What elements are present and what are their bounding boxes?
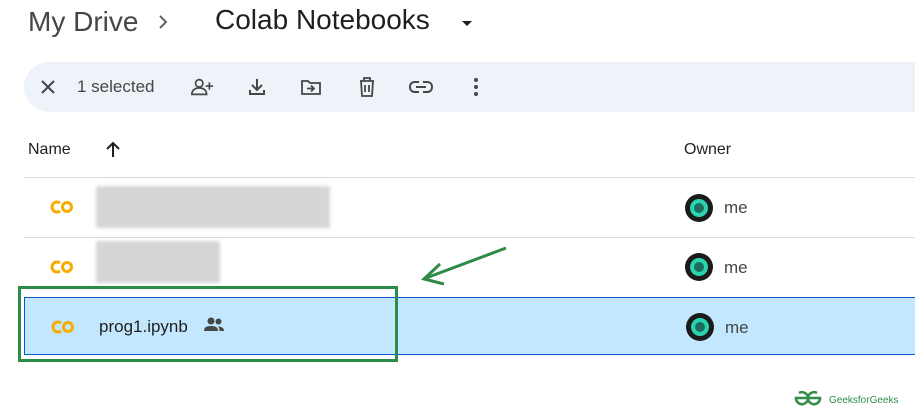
annotation-highlight-box <box>18 286 398 362</box>
more-vert-icon[interactable] <box>464 75 488 99</box>
move-to-folder-icon[interactable] <box>299 75 323 99</box>
watermark-text: GeeksforGeeks <box>829 395 899 406</box>
download-icon[interactable] <box>245 75 269 99</box>
breadcrumb-current-folder[interactable]: Colab Notebooks <box>215 4 430 36</box>
avatar <box>684 252 714 282</box>
avatar <box>684 193 714 223</box>
delete-icon[interactable] <box>355 75 379 99</box>
avatar <box>685 312 715 342</box>
header-divider <box>24 177 915 178</box>
owner-label: me <box>724 258 748 277</box>
owner-label: me <box>725 318 749 337</box>
selection-toolbar: 1 selected <box>24 62 915 112</box>
geeksforgeeks-watermark: GeeksforGeeks <box>793 390 898 411</box>
redacted-file-name <box>96 186 330 228</box>
chevron-right-icon <box>148 8 178 36</box>
file-row[interactable]: me <box>24 179 915 237</box>
redacted-file-name <box>96 241 220 283</box>
owner-label: me <box>724 198 748 217</box>
sort-arrow-up-icon[interactable] <box>103 140 123 160</box>
caret-down-icon[interactable] <box>458 14 476 32</box>
gfg-logo-icon <box>793 390 823 411</box>
breadcrumb: My Drive <box>28 4 138 40</box>
colab-icon <box>50 200 76 214</box>
link-icon[interactable] <box>409 75 433 99</box>
share-icon[interactable] <box>190 75 214 99</box>
column-header-name[interactable]: Name <box>28 141 71 159</box>
breadcrumb-my-drive[interactable]: My Drive <box>28 6 138 38</box>
column-header-owner[interactable]: Owner <box>684 141 731 159</box>
annotation-arrow-icon <box>410 240 520 300</box>
selection-count: 1 selected <box>77 77 155 96</box>
colab-icon <box>50 260 76 274</box>
close-icon[interactable] <box>36 75 60 99</box>
